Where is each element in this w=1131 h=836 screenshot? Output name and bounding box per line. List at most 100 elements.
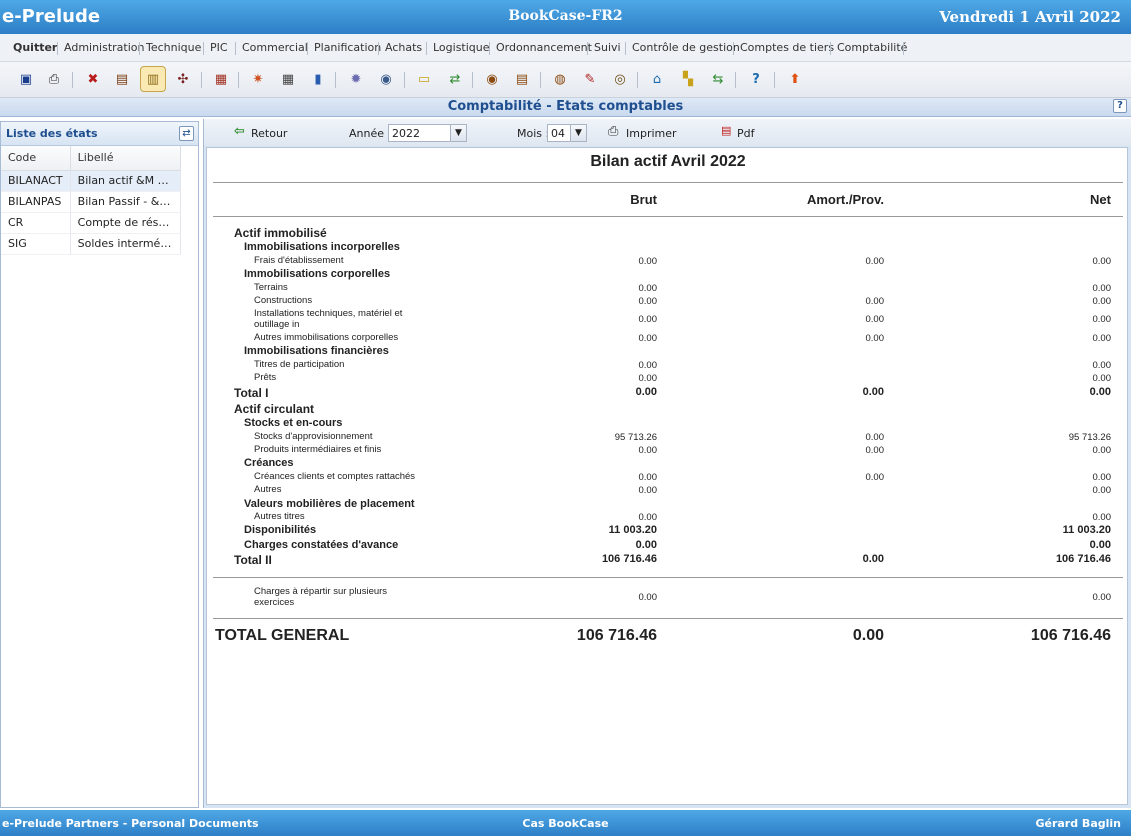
menu-suivi[interactable]: Suivi — [594, 41, 621, 54]
value-net: 0.00 — [1092, 512, 1112, 523]
cell-code[interactable]: BILANACT — [1, 170, 71, 192]
value-brut: 0.00 — [638, 373, 658, 384]
target-icon[interactable]: ◉ — [482, 69, 502, 89]
value-brut: 0.00 — [638, 512, 658, 523]
value-net: 0.00 — [1092, 373, 1112, 384]
menu-administration[interactable]: Administration — [64, 41, 145, 54]
row-label: Stocks et en-cours — [244, 417, 343, 429]
value-brut: 0.00 — [638, 333, 658, 344]
refresh-icon[interactable]: ⇄ — [179, 126, 194, 141]
menu-pic[interactable]: PIC — [210, 41, 228, 54]
table-row[interactable]: BILANACT Bilan actif &M &N — [1, 170, 181, 192]
blocks-icon[interactable]: ▚ — [678, 69, 698, 89]
value-brut: 11 003.20 — [608, 524, 657, 536]
folder-icon[interactable]: ▥ — [140, 66, 166, 92]
value-net: 0.00 — [1092, 333, 1112, 344]
value-net: 0.00 — [1089, 386, 1111, 398]
row-label: Autres — [254, 484, 282, 495]
book-icon[interactable]: ▤ — [112, 69, 132, 89]
menu-comptes-de-tiers[interactable]: Comptes de tiers — [740, 41, 834, 54]
table-icon[interactable]: ▦ — [278, 69, 298, 89]
cell-code[interactable]: SIG — [1, 233, 71, 255]
list-icon[interactable]: ▤ — [512, 69, 532, 89]
title-bar: e-Prelude BookCase-FR2 Vendredi 1 Avril … — [0, 0, 1131, 34]
print-icon[interactable]: ⎙ — [44, 69, 64, 89]
row-label: Stocks d'approvisionnement — [254, 431, 373, 442]
chart-icon[interactable]: ▮ — [308, 69, 328, 89]
cell-code[interactable]: BILANPAS — [1, 191, 71, 213]
up-arrow-icon[interactable]: ⬆ — [785, 69, 805, 89]
gear-icon[interactable]: ✹ — [346, 69, 366, 89]
note-icon[interactable]: ▭ — [414, 69, 434, 89]
footer-bar: e-Prelude Partners - Personal Documents … — [0, 810, 1131, 836]
value-net: 0.00 — [1092, 296, 1112, 307]
imprimer-button[interactable]: Imprimer — [626, 127, 677, 140]
value-net: 0.00 — [1089, 539, 1111, 551]
total-general-label: TOTAL GENERAL — [215, 627, 350, 644]
row-label: Autres titres — [254, 511, 305, 522]
save-icon[interactable]: ▣ — [16, 69, 36, 89]
table-row[interactable]: BILANPAS Bilan Passif - &M ... — [1, 191, 181, 213]
value-brut: 95 713.26 — [614, 432, 657, 443]
edit-icon[interactable]: ✎ — [580, 69, 600, 89]
menu-quitter[interactable]: Quitter — [13, 41, 57, 54]
menu-ordonnancement[interactable]: Ordonnancement — [496, 41, 592, 54]
chevron-down-icon[interactable]: ▼ — [570, 125, 586, 141]
value-net: 0.00 — [1092, 445, 1112, 456]
disk-icon[interactable]: ◉ — [376, 69, 396, 89]
cell-libelle[interactable]: Bilan Passif - &M ... — [70, 191, 181, 213]
table-row[interactable]: SIG Soldes intermédi... — [1, 233, 181, 255]
report-pane: ⇦ Retour Année : 2022 ▼ Mois : 04 ▼ ⎙ Im… — [203, 119, 1131, 808]
grid-select-icon[interactable]: ▦ — [211, 69, 231, 89]
row-label: Produits intermédiaires et finis — [254, 444, 382, 455]
table-row[interactable]: CR Compte de résultat — [1, 212, 181, 234]
home-icon[interactable]: ⌂ — [647, 69, 667, 89]
row-label: Autres immobilisations corporelles — [254, 332, 399, 343]
menu-achats[interactable]: Achats — [385, 41, 422, 54]
row-label: Créances clients et comptes rattachés — [254, 471, 416, 482]
settings-icon[interactable]: ✷ — [248, 69, 268, 89]
cell-libelle[interactable]: Bilan actif &M &N — [70, 170, 181, 192]
chevron-down-icon[interactable]: ▼ — [450, 125, 466, 141]
column-header-libelle[interactable]: Libellé — [70, 146, 181, 171]
value-amort: 0.00 — [865, 445, 885, 456]
circle-icon[interactable]: ◎ — [610, 69, 630, 89]
cell-code[interactable]: CR — [1, 212, 71, 234]
pdf-icon[interactable]: ▤ — [721, 124, 731, 137]
value-brut: 0.00 — [638, 360, 658, 371]
menu-technique[interactable]: Technique — [146, 41, 201, 54]
row-label: Frais d'établissement — [254, 255, 344, 266]
column-header-code[interactable]: Code — [1, 146, 71, 171]
record-icon[interactable]: ◍ — [550, 69, 570, 89]
transfer-icon[interactable]: ⇄ — [445, 69, 465, 89]
value-brut: 0.00 — [638, 485, 658, 496]
menu-controle-de-gestion[interactable]: Contrôle de gestion — [632, 41, 740, 54]
menu-comptabilite[interactable]: Comptabilité — [837, 41, 907, 54]
row-label: Charges à répartir sur plusieurs exercice… — [254, 586, 388, 608]
pdf-button[interactable]: Pdf — [737, 127, 755, 140]
help-button[interactable]: ? — [1113, 99, 1127, 113]
menu-logistique[interactable]: Logistique — [433, 41, 490, 54]
states-list-title: Liste des états — [6, 127, 98, 140]
value-net: 0.00 — [1092, 256, 1112, 267]
row-label: Immobilisations financières — [244, 345, 389, 357]
cell-libelle[interactable]: Soldes intermédi... — [70, 233, 181, 255]
report-title: Bilan actif Avril 2022 — [590, 153, 746, 170]
value-brut: 0.00 — [638, 314, 658, 325]
menu-planification[interactable]: Planification — [314, 41, 381, 54]
value-amort: 0.00 — [865, 333, 885, 344]
network-icon[interactable]: ✣ — [173, 69, 193, 89]
retour-button[interactable]: Retour — [251, 127, 287, 140]
value-net: 95 713.26 — [1068, 432, 1111, 443]
printer-icon[interactable]: ⎙ — [608, 124, 618, 139]
annee-select[interactable]: 2022 ▼ — [388, 124, 467, 142]
help-icon[interactable]: ? — [746, 69, 766, 89]
back-arrow-icon[interactable]: ⇦ — [234, 124, 245, 139]
menu-commercial[interactable]: Commercial — [242, 41, 308, 54]
mois-select[interactable]: 04 ▼ — [547, 124, 587, 142]
stop-icon[interactable]: ✖ — [83, 69, 103, 89]
value-net: 0.00 — [1092, 485, 1112, 496]
swap-icon[interactable]: ⇆ — [708, 69, 728, 89]
cell-libelle[interactable]: Compte de résultat — [70, 212, 181, 234]
value-brut: 0.00 — [638, 283, 658, 294]
